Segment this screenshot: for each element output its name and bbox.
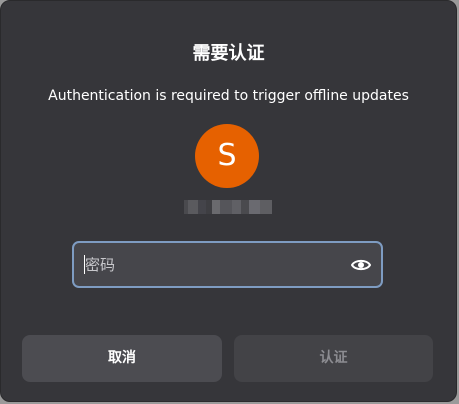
eye-icon[interactable]	[351, 256, 371, 274]
cancel-button[interactable]: 取消	[22, 335, 222, 382]
dialog-message: Authentication is required to trigger of…	[48, 88, 409, 104]
auth-dialog: 需要认证 Authentication is required to trigg…	[0, 0, 457, 402]
username-label	[184, 200, 272, 214]
password-input[interactable]	[85, 252, 345, 278]
dialog-title: 需要认证	[192, 43, 265, 64]
password-field[interactable]	[72, 241, 383, 288]
user-avatar: S	[195, 124, 259, 188]
authenticate-button[interactable]: 认证	[234, 335, 433, 382]
